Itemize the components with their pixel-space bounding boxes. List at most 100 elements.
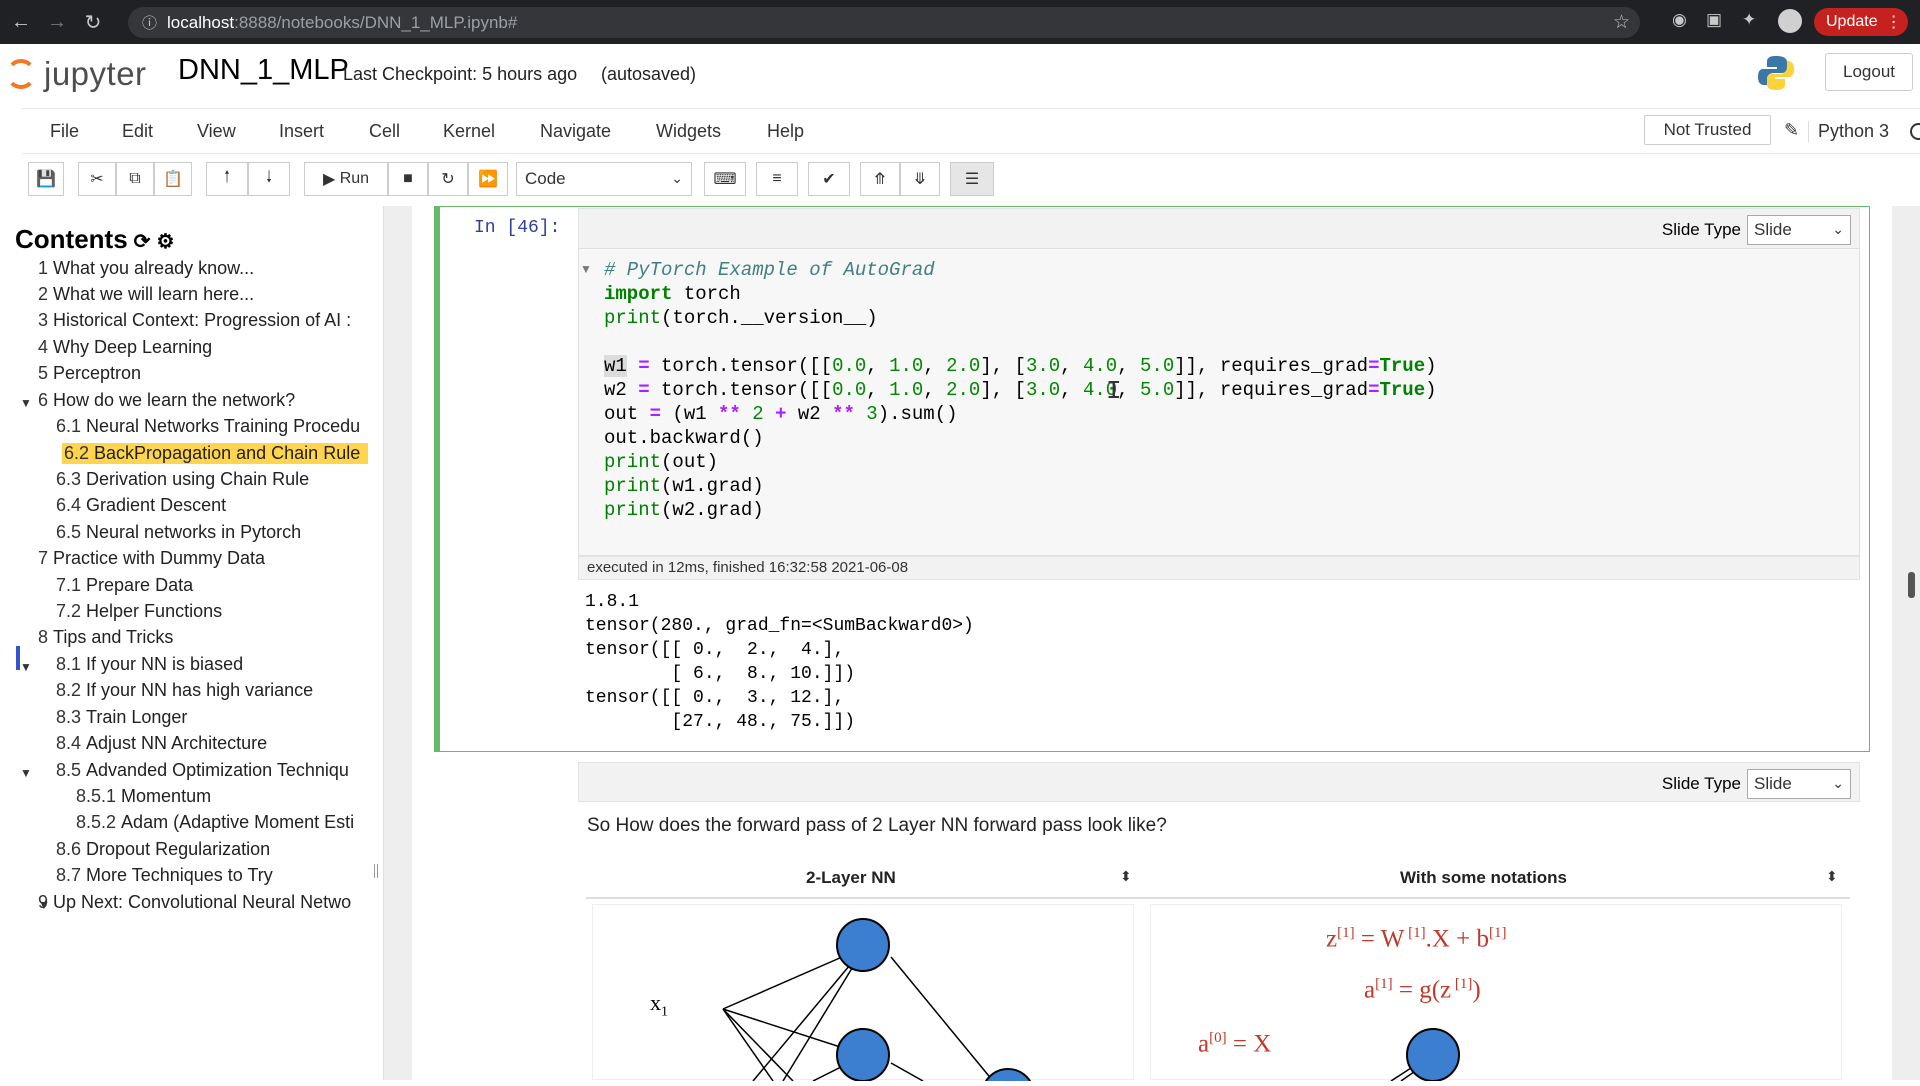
toc-item[interactable]: 8.1 If your NN is biased [56, 654, 366, 675]
slide-type-select[interactable]: Slide ⌄ [1747, 769, 1851, 799]
toc-item[interactable]: 6.1 Neural Networks Training Procedu [56, 416, 368, 437]
toc-item[interactable]: 8.5.2 Adam (Adaptive Moment Esti [76, 812, 368, 833]
slide-type-label: Slide Type [1661, 774, 1741, 793]
toc-item[interactable]: 8.5 Advanded Optimization Techniqu [56, 760, 368, 781]
toc-item[interactable]: 2 What we will learn here... [38, 284, 378, 305]
bookmark-star-icon[interactable]: ☆ [1613, 11, 1630, 34]
fast-forward-icon[interactable]: ⏩ [468, 162, 508, 196]
menu-kernel[interactable]: Kernel [443, 121, 495, 142]
media-icon[interactable]: ▣ [1706, 10, 1722, 30]
edit-pencil-icon[interactable]: ✎ [1784, 120, 1799, 141]
toc-item[interactable]: 6.4 Gradient Descent [56, 495, 376, 516]
header-divider [586, 897, 1850, 899]
toc-item[interactable]: 8 Tips and Tricks [38, 627, 378, 648]
slide-type-toolbar: Slide Type Slide ⌄ [578, 208, 1860, 250]
address-bar[interactable]: ⓘ localhost:8888/notebooks/DNN_1_MLP.ipy… [128, 7, 1640, 38]
menu-file[interactable]: File [50, 121, 79, 142]
toc-sidebar: Contents ⟳ ⚙ ▼ ▼ ▼ ▼ 1 What you already kno… [0, 206, 384, 1080]
toc-item[interactable]: 7.2 Helper Functions [56, 601, 376, 622]
menu-bar: File Edit View Insert Cell Kernel Naviga… [22, 108, 1920, 154]
jupyter-logo-icon [4, 57, 38, 91]
toc-toggle-icon[interactable]: ☰ [950, 162, 994, 196]
toc-item[interactable]: 3 Historical Context: Progression of AI : [38, 310, 368, 331]
forward-icon[interactable]: → [42, 7, 72, 37]
back-icon[interactable]: ← [6, 7, 36, 37]
menu-widgets[interactable]: Widgets [656, 121, 721, 142]
paste-icon[interactable]: 📋 [154, 162, 192, 196]
menu-cell[interactable]: Cell [369, 121, 400, 142]
toc-item-active[interactable]: 6.2 BackPropagation and Chain Rule [62, 443, 368, 464]
checkpoint-status: Last Checkpoint: 5 hours ago [343, 64, 578, 84]
toc-item[interactable]: 7.1 Prepare Data [56, 575, 376, 596]
menu-help[interactable]: Help [767, 121, 804, 142]
jupyter-logo[interactable]: jupyter [4, 55, 147, 93]
neuron-node [1406, 1028, 1460, 1082]
toc-collapse-caret-icon[interactable]: ▼ [20, 660, 32, 674]
menu-view[interactable]: View [197, 121, 236, 142]
toc-title: Contents ⟳ ⚙ [15, 224, 175, 254]
page-scrollbar[interactable] [1908, 572, 1915, 598]
upload-icon[interactable]: ⤊ [860, 162, 900, 196]
not-trusted-button[interactable]: Not Trusted [1644, 115, 1771, 145]
cut-icon[interactable]: ✂ [78, 162, 116, 196]
toc-item[interactable]: 8.7 More Techniques to Try [56, 865, 376, 886]
save-icon[interactable]: 💾 [28, 162, 64, 196]
toc-item[interactable]: 9 Up Next: Convolutional Neural Netwo [38, 892, 368, 913]
toc-item[interactable]: 8.6 Dropout Regularization [56, 839, 376, 860]
toc-item[interactable]: 8.3 Train Longer [56, 707, 376, 728]
column-header-right[interactable]: With some notations [1400, 868, 1567, 888]
notebook-name[interactable]: DNN_1_MLP [178, 54, 349, 87]
move-down-icon[interactable]: 🠓 [248, 162, 290, 196]
neuron-node [836, 1028, 890, 1082]
stop-icon[interactable]: ■ [388, 162, 428, 196]
update-button[interactable]: Update ⋮ [1814, 8, 1908, 36]
equation-a0: a[0] = X [1198, 1030, 1272, 1058]
toc-item[interactable]: 8.5.1 Momentum [76, 786, 376, 807]
restart-icon[interactable]: ↻ [428, 162, 468, 196]
toc-item[interactable]: 8.4 Adjust NN Architecture [56, 733, 376, 754]
slide-type-label: Slide Type [1661, 220, 1741, 239]
toc-collapse-caret-icon[interactable]: ▼ [20, 766, 32, 780]
jupyter-header: jupyter DNN_1_MLP Last Checkpoint: 5 hou… [0, 44, 1920, 108]
input-x1-label: x1 [650, 990, 668, 1020]
fold-caret-icon[interactable]: ▼ [580, 262, 592, 276]
logout-button[interactable]: Logout [1825, 53, 1913, 91]
toc-item[interactable]: 4 Why Deep Learning [38, 337, 378, 358]
markdown-text: So How does the forward pass of 2 Layer … [587, 815, 1167, 836]
slide-type-toolbar: Slide Type Slide ⌄ [578, 762, 1860, 802]
numbered-list-icon[interactable]: ≡ [756, 162, 798, 196]
sort-arrows-icon[interactable]: ⬍ [1120, 868, 1132, 885]
gear-icon[interactable]: ⚙ [156, 231, 174, 253]
puzzle-icon[interactable]: ✦ [1742, 10, 1756, 30]
toc-item[interactable]: 6.5 Neural networks in Pytorch [56, 522, 376, 543]
reload-icon[interactable]: ↻ [78, 7, 108, 37]
toc-item[interactable]: 7 Practice with Dummy Data [38, 548, 378, 569]
code-content[interactable]: # PyTorch Example of AutoGrad import tor… [604, 258, 1437, 522]
checkmark-icon[interactable]: ✔ [808, 162, 850, 196]
toc-item[interactable]: 6.3 Derivation using Chain Rule [56, 469, 376, 490]
menu-edit[interactable]: Edit [122, 121, 153, 142]
menu-dots-icon: ⋮ [1885, 14, 1902, 31]
download-icon[interactable]: ⤋ [900, 162, 940, 196]
copy-icon[interactable]: ⧉ [116, 162, 154, 196]
refresh-icon[interactable]: ⟳ [134, 231, 151, 253]
move-up-icon[interactable]: 🠑 [206, 162, 248, 196]
toc-item[interactable]: 5 Perceptron [38, 363, 378, 384]
toc-item[interactable]: 8.2 If your NN has high variance [56, 680, 376, 701]
menu-navigate[interactable]: Navigate [540, 121, 611, 142]
info-icon[interactable]: ⓘ [142, 12, 157, 33]
nn-diagram-panel [592, 904, 1134, 1086]
toc-item[interactable]: 6 How do we learn the network? [38, 390, 378, 411]
run-button[interactable]: ▶ Run [304, 162, 388, 196]
toc-item[interactable]: 1 What you already know... [38, 258, 378, 279]
column-header-left[interactable]: 2-Layer NN [806, 868, 896, 888]
profile-avatar[interactable] [1778, 9, 1802, 33]
keyboard-icon[interactable]: ⌨ [704, 162, 746, 196]
extension-icon[interactable]: ◉ [1672, 10, 1687, 30]
slide-type-select[interactable]: Slide ⌄ [1747, 215, 1851, 245]
cell-type-select[interactable]: Code ⌄ [516, 162, 692, 196]
chevron-down-icon: ⌄ [671, 170, 683, 186]
toc-collapse-caret-icon[interactable]: ▼ [20, 396, 32, 410]
sort-arrows-icon[interactable]: ⬍ [1826, 868, 1838, 885]
menu-insert[interactable]: Insert [279, 121, 324, 142]
